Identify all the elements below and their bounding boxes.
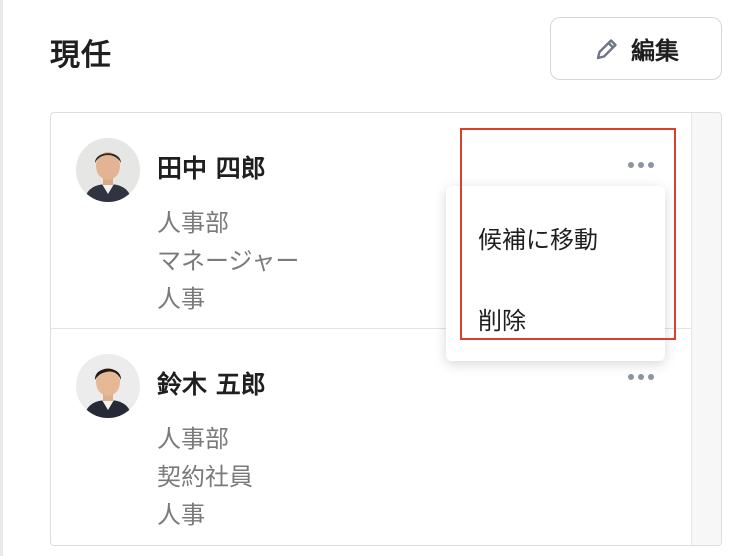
more-dots-icon [628,162,634,168]
more-options-button[interactable] [621,153,661,177]
member-role: 人事 [157,501,205,529]
menu-item-delete[interactable]: 削除 [478,301,526,336]
member-role: 人事 [157,285,205,313]
member-card: 鈴木 五郎 人事部 契約社員 人事 [51,329,691,545]
edit-button[interactable]: 編集 [550,17,722,80]
more-dot [648,374,654,380]
more-dot [648,162,654,168]
left-divider [0,0,3,556]
avatar [76,138,140,202]
member-department: 人事部 [157,425,229,453]
more-options-button[interactable] [621,365,661,389]
pencil-icon [593,35,621,63]
scrollbar[interactable] [691,113,721,545]
member-name: 鈴木 五郎 [157,370,266,399]
avatar [76,354,140,418]
member-position: マネージャー [157,247,300,275]
section-title: 現任 [50,38,112,73]
edit-button-label: 編集 [631,37,679,65]
more-dot [638,374,644,380]
menu-item-move-to-candidates[interactable]: 候補に移動 [478,220,598,255]
more-dot [638,162,644,168]
stage: 現任 編集 田中 四郎 人事部 マネージャー 人事 鈴木 五郎 人事部 契約社員… [0,0,754,556]
member-department: 人事部 [157,209,229,237]
more-options-menu: 候補に移動 削除 [446,186,665,361]
member-position: 契約社員 [157,463,253,491]
more-dots-icon [628,374,634,380]
member-name: 田中 四郎 [157,154,266,183]
